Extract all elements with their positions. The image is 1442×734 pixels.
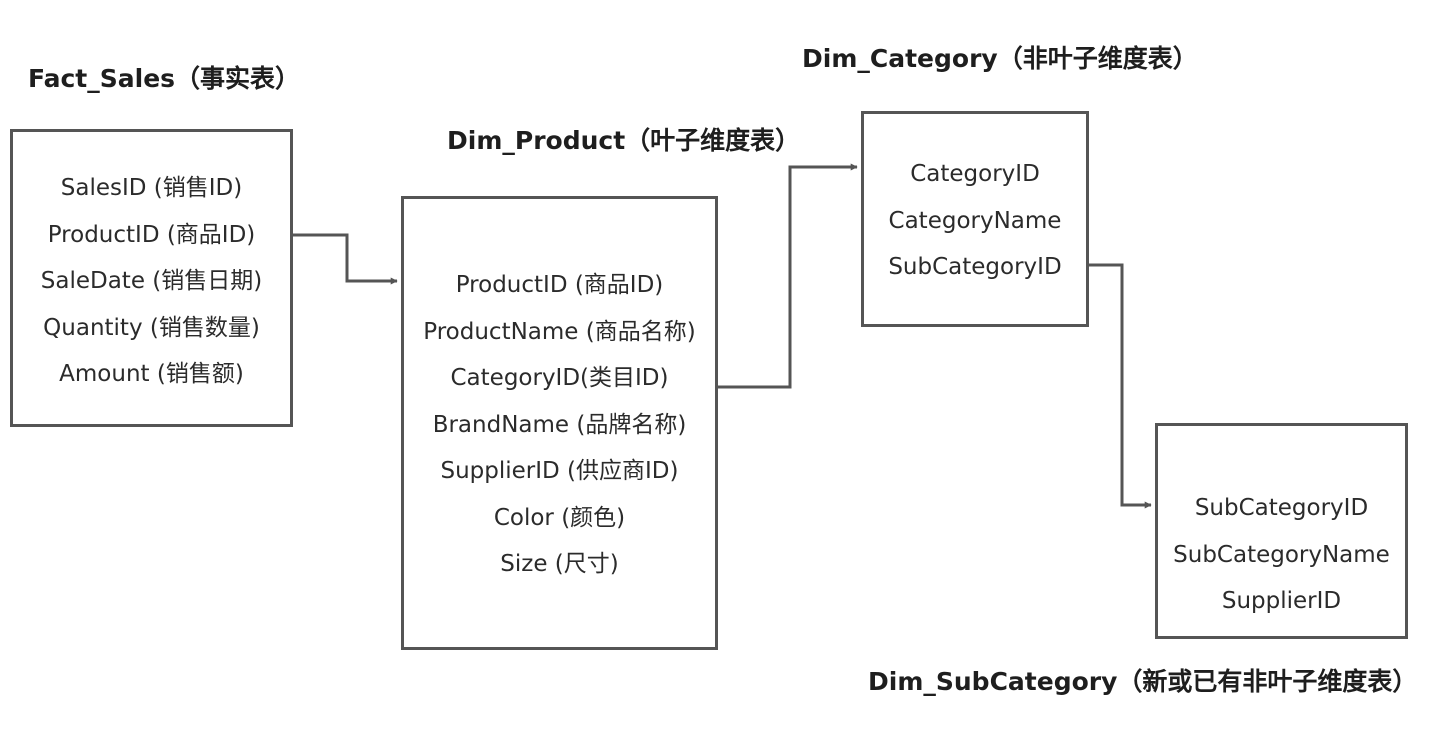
- dim-product-to-dim-category-arrow: [718, 163, 858, 389]
- fact-sales-to-dim-product-arrow: [293, 233, 398, 285]
- dim-category-to-dim-subcategory-arrow: [1089, 263, 1152, 509]
- relationship-connectors: [293, 163, 1152, 509]
